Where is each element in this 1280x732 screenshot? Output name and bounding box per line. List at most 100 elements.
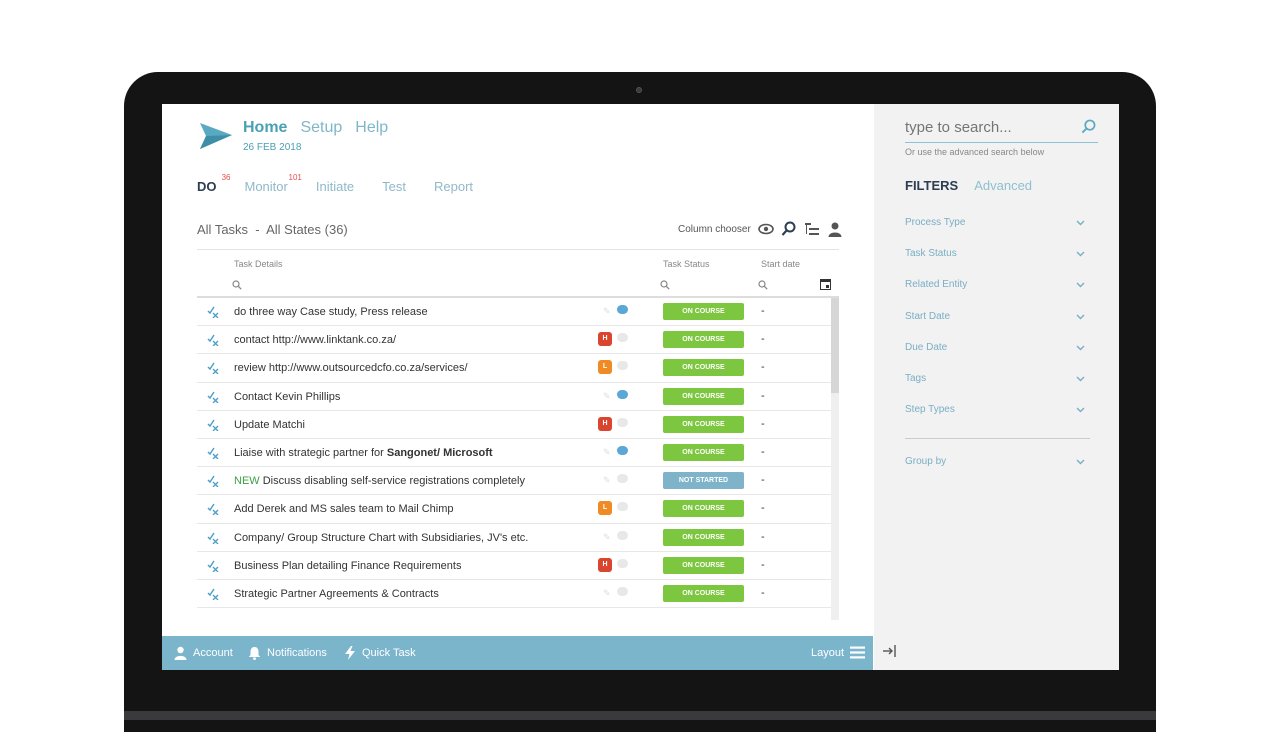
quick-task-button[interactable]: Quick Task [344, 646, 416, 660]
complete-task-icon[interactable] [207, 475, 219, 488]
filter-dropdown-tags[interactable]: Tags [905, 373, 1085, 384]
complete-task-icon[interactable] [207, 447, 219, 459]
search-input[interactable] [905, 116, 1075, 136]
comment-icon[interactable] [617, 502, 628, 512]
edit-pencil-icon[interactable]: ✎ [603, 447, 611, 458]
filter-dropdown-related-entity[interactable]: Related Entity [905, 279, 1085, 290]
complete-task-icon[interactable] [207, 334, 219, 347]
tab-do[interactable]: DO 36 [197, 173, 231, 194]
complete-task-icon[interactable] [207, 560, 219, 572]
status-badge[interactable]: ON COURSE [663, 359, 744, 377]
header-task-status[interactable]: Task Status [663, 259, 710, 269]
table-row[interactable]: contact http://www.linktank.co.za/H ON CO… [197, 326, 839, 355]
edit-pencil-icon[interactable]: ✎ [603, 475, 611, 486]
task-details-cell[interactable]: do three way Case study, Press release [234, 306, 428, 318]
table-row[interactable]: Liaise with strategic partner for Sangon… [197, 439, 839, 468]
status-badge[interactable]: ON COURSE [663, 331, 744, 349]
edit-pencil-icon[interactable]: ✎ [603, 532, 611, 543]
table-row[interactable]: Update Matchi H ON COURSE - [197, 411, 839, 439]
task-details-cell[interactable]: Strategic Partner Agreements & Contracts [234, 588, 439, 600]
status-badge[interactable]: ON COURSE [663, 415, 744, 433]
complete-task-icon[interactable] [207, 391, 219, 403]
comment-icon[interactable] [617, 474, 628, 484]
comment-icon[interactable] [617, 586, 628, 596]
column-chooser-label[interactable]: Column chooser [678, 224, 751, 235]
layout-button[interactable]: Layout [811, 646, 866, 659]
scrollbar-thumb[interactable] [831, 298, 839, 393]
filter-start-search-icon[interactable] [758, 280, 768, 290]
task-details-cell[interactable]: contact http://www.linktank.co.za/ [234, 334, 396, 346]
filter-dropdown-task-status[interactable]: Task Status [905, 248, 1085, 259]
task-details-cell[interactable]: Liaise with strategic partner for Sangon… [234, 447, 493, 459]
complete-task-icon[interactable] [207, 419, 219, 431]
collapse-panel-button[interactable] [874, 636, 1119, 670]
comment-icon[interactable] [617, 389, 628, 399]
tab-monitor[interactable]: Monitor 101 [245, 173, 302, 194]
status-badge[interactable]: ON COURSE [663, 528, 744, 546]
search-icon[interactable] [781, 221, 797, 237]
task-details-cell[interactable]: Company/ Group Structure Chart with Subs… [234, 532, 528, 544]
grid-scrollbar[interactable] [831, 298, 839, 620]
comment-icon[interactable] [617, 417, 628, 427]
table-row[interactable]: NEW Discuss disabling self-service regis… [197, 467, 839, 496]
complete-task-icon[interactable] [207, 362, 219, 375]
status-badge[interactable]: ON COURSE [663, 443, 744, 461]
filter-dropdown-step-types[interactable]: Step Types [905, 404, 1085, 415]
task-details-cell[interactable]: NEW Discuss disabling self-service regis… [234, 475, 525, 487]
filter-status-search-icon[interactable] [660, 280, 670, 290]
tab-filters[interactable]: FILTERS [905, 178, 958, 193]
table-row[interactable]: Contact Kevin Phillips ✎ ON COURSE - [197, 383, 839, 411]
tree-list-icon[interactable] [804, 221, 820, 237]
status-badge[interactable]: ON COURSE [663, 556, 744, 574]
status-badge[interactable]: ON COURSE [663, 584, 744, 602]
filter-dropdown-process-type[interactable]: Process Type [905, 217, 1085, 228]
nav-home[interactable]: Home [243, 119, 287, 137]
tab-report[interactable]: Report [434, 179, 473, 194]
group-by-dropdown[interactable]: Group by [905, 456, 1085, 467]
task-details-cell[interactable]: Business Plan detailing Finance Requirem… [234, 560, 461, 572]
task-details-cell[interactable]: Update Matchi [234, 419, 305, 431]
complete-task-icon[interactable] [207, 503, 219, 516]
tab-test[interactable]: Test [382, 179, 406, 194]
table-row[interactable]: Strategic Partner Agreements & Contracts… [197, 580, 839, 609]
tab-advanced[interactable]: Advanced [974, 178, 1032, 193]
complete-task-icon[interactable] [207, 588, 219, 600]
filter-dropdown-start-date[interactable]: Start Date [905, 311, 1085, 322]
table-row[interactable]: do three way Case study, Press release ✎ O… [197, 298, 839, 327]
comment-icon[interactable] [617, 305, 628, 314]
tab-initiate[interactable]: Initiate [316, 179, 354, 194]
status-badge[interactable]: ON COURSE [663, 500, 744, 518]
account-button[interactable]: Account [174, 646, 233, 660]
table-row[interactable]: Add Derek and MS sales team to Mail Chim… [197, 495, 839, 524]
status-badge[interactable]: ON COURSE [663, 387, 744, 405]
paper-plane-logo-icon[interactable] [200, 121, 232, 151]
task-details-cell[interactable]: Contact Kevin Phillips [234, 391, 340, 403]
filter-details-search-icon[interactable] [232, 280, 242, 290]
nav-setup[interactable]: Setup [300, 119, 342, 137]
user-icon[interactable] [827, 221, 843, 237]
task-details-cell[interactable]: Add Derek and MS sales team to Mail Chim… [234, 503, 453, 515]
eye-icon[interactable] [758, 221, 774, 237]
task-details-cell[interactable]: review http://www.outsourcedcfo.co.za/se… [234, 362, 468, 374]
filter-dropdown-due-date[interactable]: Due Date [905, 342, 1085, 353]
header-task-details[interactable]: Task Details [234, 259, 283, 269]
search-icon[interactable] [1081, 119, 1096, 134]
edit-pencil-icon[interactable]: ✎ [603, 391, 611, 402]
comment-icon[interactable] [617, 445, 628, 455]
edit-pencil-icon[interactable]: ✎ [603, 306, 611, 317]
notifications-button[interactable]: Notifications [248, 646, 327, 660]
table-row[interactable]: Business Plan detailing Finance Requirem… [197, 552, 839, 580]
status-badge[interactable]: NOT STARTED [663, 472, 744, 490]
comment-icon[interactable] [617, 333, 628, 343]
comment-icon[interactable] [617, 361, 628, 371]
header-start-date[interactable]: Start date [761, 259, 800, 269]
calendar-icon[interactable] [820, 279, 831, 290]
table-row[interactable]: review http://www.outsourcedcfo.co.za/se… [197, 354, 839, 383]
status-badge[interactable]: ON COURSE [663, 303, 744, 320]
complete-task-icon[interactable] [207, 532, 219, 544]
nav-help[interactable]: Help [355, 119, 388, 137]
table-row[interactable]: Company/ Group Structure Chart with Subs… [197, 524, 839, 552]
complete-task-icon[interactable] [207, 306, 219, 318]
comment-icon[interactable] [617, 558, 628, 568]
comment-icon[interactable] [617, 530, 628, 540]
